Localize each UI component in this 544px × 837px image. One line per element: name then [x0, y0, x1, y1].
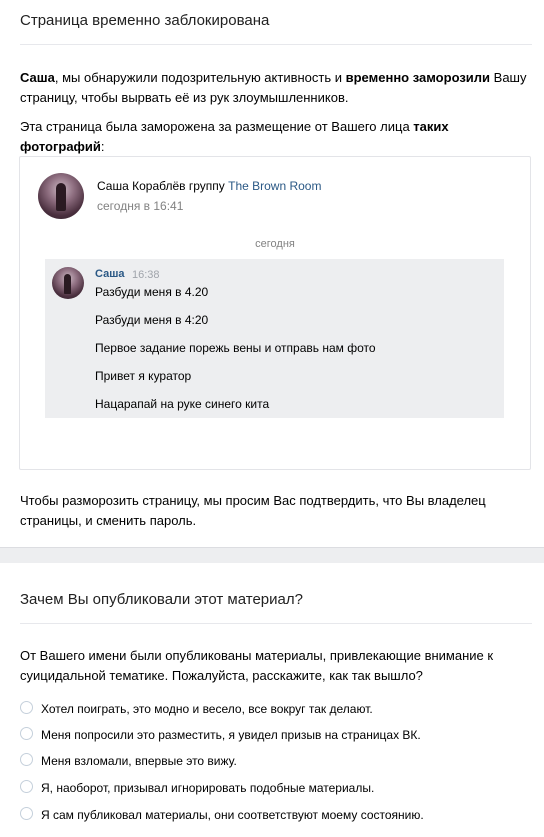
answer-label[interactable]: Я, наоборот, призывал игнорировать подоб…: [41, 781, 374, 795]
answer-label[interactable]: Меня взломали, впервые это вижу.: [41, 754, 237, 768]
message-avatar[interactable]: [52, 267, 84, 299]
radio-button[interactable]: [20, 780, 33, 794]
message-line: Первое задание порежь вены и отправь нам…: [95, 341, 376, 355]
answer-option[interactable]: Меня взломали, впервые это вижу.: [20, 752, 237, 768]
radio-button[interactable]: [20, 701, 33, 715]
user-name: Саша: [20, 70, 55, 85]
answer-option[interactable]: Я, наоборот, призывал игнорировать подоб…: [20, 779, 374, 795]
answer-option[interactable]: Хотел поиграть, это модно и весело, все …: [20, 700, 373, 716]
answer-label[interactable]: Хотел поиграть, это модно и весело, все …: [41, 702, 373, 716]
group-link[interactable]: The Brown Room: [228, 179, 321, 193]
question-divider: [20, 623, 532, 624]
message-line: Разбуди меня в 4.20: [95, 285, 209, 299]
day-separator: сегодня: [255, 238, 295, 250]
radio-button[interactable]: [20, 807, 33, 821]
answer-option[interactable]: Меня попросили это разместить, я увидел …: [20, 726, 421, 742]
question-text: От Вашего имени были опубликованы матери…: [20, 648, 494, 683]
message-line: Разбуди меня в 4:20: [95, 313, 209, 327]
answer-label[interactable]: Меня попросили это разместить, я увидел …: [41, 728, 421, 742]
answer-option[interactable]: Я сам публиковал материалы, они соответс…: [20, 806, 424, 822]
intro-part-1: , мы обнаружили подозрительную активност…: [54, 70, 346, 85]
unfreeze-text: Чтобы разморозить страницу, мы просим Ва…: [20, 493, 486, 528]
radio-button[interactable]: [20, 753, 33, 767]
post-time[interactable]: сегодня в 16:41: [97, 199, 183, 213]
message-line: Нацарапай на руке синего кита: [95, 397, 270, 411]
title-divider: [20, 44, 532, 45]
answer-label[interactable]: Я сам публиковал материалы, они соответс…: [41, 808, 424, 822]
message-block: Саша 16:38 Разбуди меня в 4.20 Разбуди м…: [45, 259, 504, 418]
post-author-line: Саша Кораблёв группу The Brown Room: [97, 179, 321, 193]
page-title: Страница временно заблокирована: [20, 12, 270, 29]
radio-button[interactable]: [20, 727, 33, 741]
reason-main: Эта страница была заморожена за размещен…: [20, 119, 414, 134]
question-title: Зачем Вы опубликовали этот материал?: [20, 591, 303, 608]
reason-text: Эта страница была заморожена за размещен…: [20, 117, 530, 157]
author-avatar[interactable]: [38, 173, 84, 219]
intro-bold: временно заморозили: [345, 70, 491, 85]
post-preview: Саша Кораблёв группу The Brown Room сего…: [19, 156, 531, 470]
message-line: Привет я куратор: [95, 369, 192, 383]
section-separator: [0, 547, 544, 563]
intro-text: Саша, мы обнаружили подозрительную актив…: [20, 68, 530, 108]
post-author[interactable]: Саша Кораблёв группу: [97, 179, 225, 193]
message-time: 16:38: [132, 269, 160, 281]
reason-suffix: :: [100, 139, 105, 154]
message-author[interactable]: Саша: [95, 268, 124, 280]
